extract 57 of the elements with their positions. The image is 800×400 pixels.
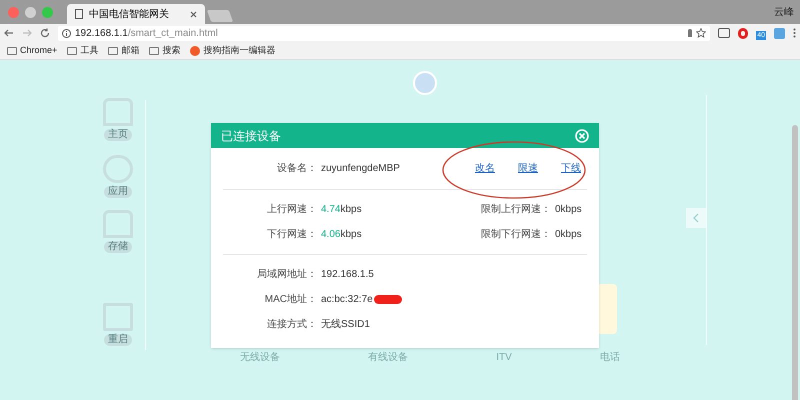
sidebar-label[interactable]: 应用 bbox=[104, 186, 132, 198]
speed-value: 4.06kbps bbox=[321, 228, 363, 242]
browser-tab[interactable]: 中国电信智能网关 bbox=[67, 4, 205, 24]
side-arrow-button[interactable] bbox=[686, 208, 706, 228]
field-label: 限制下行网速： bbox=[480, 228, 551, 242]
opera-extension-icon[interactable] bbox=[738, 28, 748, 38]
extension-icon[interactable] bbox=[718, 28, 730, 38]
tab-title: 中国电信智能网关 bbox=[89, 8, 170, 22]
close-tab-icon[interactable] bbox=[190, 10, 197, 18]
folder-icon bbox=[149, 46, 160, 54]
limit-value: 0kbps bbox=[555, 203, 582, 217]
field-label: 下行网速： bbox=[266, 228, 317, 242]
page-icon bbox=[75, 9, 83, 19]
field-label: 限制上行网速： bbox=[480, 202, 551, 217]
bookmark[interactable]: 邮箱 bbox=[107, 44, 140, 58]
star-icon[interactable] bbox=[696, 28, 706, 38]
dialog-title: 已连接设备 bbox=[221, 128, 281, 144]
bookmark[interactable]: 搜狗指南一编辑器 bbox=[189, 44, 276, 58]
folder-icon bbox=[7, 46, 17, 54]
new-tab-button[interactable] bbox=[206, 10, 234, 22]
field-value: ac:bc:32:7e bbox=[321, 293, 373, 307]
info-icon[interactable] bbox=[62, 28, 71, 38]
speed-value: 4.74kbps bbox=[321, 203, 363, 217]
field-label: 连接方式： bbox=[266, 318, 317, 332]
bookmark[interactable]: Chrome+ bbox=[6, 44, 58, 58]
reload-icon[interactable] bbox=[40, 28, 50, 38]
sidebar-label[interactable]: 存储 bbox=[104, 241, 132, 253]
field-label: 上行网速： bbox=[266, 202, 317, 217]
field-value: 192.168.1.5 bbox=[321, 268, 374, 282]
bookmark[interactable]: 工具 bbox=[66, 44, 100, 58]
field-label: 局域网地址： bbox=[256, 268, 317, 282]
sidebar-label[interactable]: 主页 bbox=[104, 129, 132, 141]
back-icon[interactable] bbox=[4, 28, 14, 38]
field-label: MAC地址： bbox=[264, 292, 317, 307]
folder-icon bbox=[67, 46, 78, 54]
action-link[interactable]: 改名 bbox=[475, 161, 495, 176]
phone-card bbox=[597, 284, 617, 334]
menu-icon[interactable] bbox=[793, 28, 796, 38]
sogou-extension-icon[interactable] bbox=[774, 28, 785, 38]
field-label: 设备名： bbox=[276, 162, 317, 176]
forward-icon[interactable] bbox=[22, 28, 32, 38]
profile-name[interactable]: 云峰 bbox=[774, 5, 794, 20]
folder-icon bbox=[108, 46, 118, 54]
minimize-window-icon[interactable] bbox=[25, 6, 36, 18]
action-link[interactable]: 限速 bbox=[518, 161, 538, 176]
action-link[interactable]: 下线 bbox=[561, 161, 581, 176]
bookmark[interactable]: 搜索 bbox=[148, 44, 182, 58]
sidebar-label[interactable]: 重启 bbox=[104, 334, 132, 346]
logo-icon bbox=[190, 46, 200, 56]
close-icon[interactable] bbox=[575, 128, 589, 142]
field-value: 无线SSID1 bbox=[321, 318, 370, 332]
maximize-window-icon[interactable] bbox=[42, 6, 53, 18]
limit-value: 0kbps bbox=[555, 228, 582, 242]
scrollbar-thumb[interactable] bbox=[792, 125, 798, 400]
device-name: zuyunfengdeMBP bbox=[321, 162, 401, 176]
url-text: 192.168.1.1/smart_ct_main.html bbox=[75, 26, 219, 40]
address-bar[interactable]: 192.168.1.1/smart_ct_main.html bbox=[58, 26, 710, 40]
